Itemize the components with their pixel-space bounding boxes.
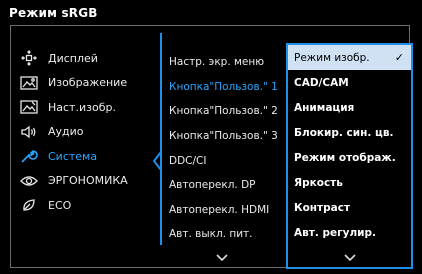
main-menu-label-picture: Изображение [48,76,128,90]
sub-menu-item-osd-settings[interactable]: Настр. экр. меню [169,50,284,75]
main-menu-item-ergonomics[interactable]: ЭРГОНОМИКА [18,169,156,194]
sub-menu-item-auto-switch-dp[interactable]: Автоперекл. DP [169,173,284,198]
main-menu-label-audio: Аудио [48,125,84,139]
option-item-cad-cam[interactable]: CAD/CAM [288,70,411,95]
eye-icon [18,173,40,189]
main-menu-label-ergonomics: ЭРГОНОМИКА [48,174,128,188]
options-list: Режим изобр. ✓ CAD/CAM Анимация Блокир. … [286,43,413,269]
wrench-icon [18,148,40,164]
column-divider [160,33,162,245]
sub-menu-item-auto-switch-hdmi[interactable]: Автоперекл. HDMI [169,198,284,223]
main-menu: Дисплей Изображение Наст.изобр. Аудио Си… [18,46,156,218]
submenu-scroll-down-icon[interactable] [215,254,229,262]
speaker-icon [18,124,40,140]
checkmark-icon: ✓ [394,51,404,64]
main-menu-item-audio[interactable]: Аудио [18,120,156,145]
option-item-display-mode[interactable]: Режим отображ. [288,145,411,170]
main-menu-label-eco: ECO [48,198,72,212]
options-scroll-down-icon[interactable] [343,254,357,262]
option-item-brightness[interactable]: Яркость [288,170,411,195]
picture-icon [18,75,40,91]
sub-menu-item-custom-key-3[interactable]: Кнопка"Пользов." 3 [169,124,284,149]
main-menu-label-display: Дисплей [48,51,98,65]
display-arrows-icon [18,50,40,67]
main-menu-label-advanced-picture: Наст.изобр. [48,100,116,114]
main-menu-item-advanced-picture[interactable]: Наст.изобр. [18,95,156,120]
sub-menu-item-auto-power-off[interactable]: Авт. выкл. пит. [169,222,284,247]
option-item-color-lock[interactable]: Блокир. син. цв. [288,120,411,145]
main-menu-item-picture[interactable]: Изображение [18,71,156,96]
chevron-left-icon [152,151,162,171]
option-item-animation[interactable]: Анимация [288,95,411,120]
option-item-contrast[interactable]: Контраст [288,195,411,220]
option-label-picture-mode: Режим изобр. [294,51,370,64]
sub-menu-item-ddc-ci[interactable]: DDC/CI [169,148,284,173]
osd-title: Режим sRGB [9,6,98,20]
option-item-auto-adjust[interactable]: Авт. регулир. [288,220,411,245]
leaf-icon [18,197,40,213]
main-menu-label-system: Система [48,149,98,163]
advanced-picture-icon [18,99,40,115]
sub-menu: Настр. экр. меню Кнопка"Пользов." 1 Кноп… [169,50,284,247]
main-menu-item-display[interactable]: Дисплей [18,46,156,71]
main-menu-item-system[interactable]: Система [18,144,156,169]
main-menu-item-eco[interactable]: ECO [18,193,156,218]
sub-menu-item-custom-key-1[interactable]: Кнопка"Пользов." 1 [169,75,284,100]
option-item-picture-mode[interactable]: Режим изобр. ✓ [288,45,411,70]
sub-menu-item-custom-key-2[interactable]: Кнопка"Пользов." 2 [169,99,284,124]
